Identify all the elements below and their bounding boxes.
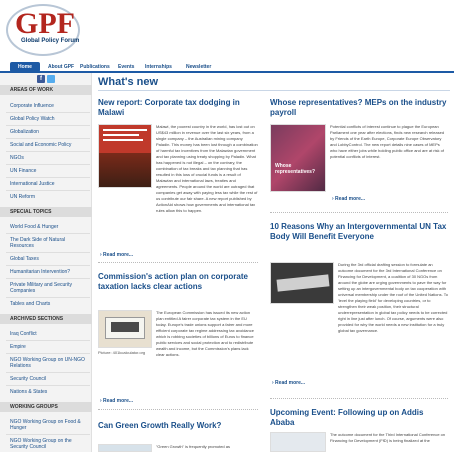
malawi-report-image[interactable] xyxy=(98,124,152,188)
sidebar-item-wg-security[interactable]: NGO Working Group on the Security Counci… xyxy=(10,438,90,450)
sidebar-item-international-justice[interactable]: International Justice xyxy=(10,181,90,187)
sidebar-divider xyxy=(6,125,90,126)
article-text-commission: The European Commission has issued its n… xyxy=(156,310,254,357)
sidebar-item-global-taxes[interactable]: Global Taxes xyxy=(10,256,90,262)
un-tax-image[interactable] xyxy=(270,262,334,304)
sidebar-item-natural-resources[interactable]: The Dark Side of Natural Resources xyxy=(10,237,90,249)
sidebar-divider xyxy=(6,265,90,266)
image-caption: Picture: 401kcalculator.org xyxy=(98,350,146,355)
sidebar-divider xyxy=(6,233,90,234)
sidebar-item-ngos[interactable]: NGOs xyxy=(10,155,90,161)
sidebar-divider xyxy=(6,164,90,165)
sidebar-divider xyxy=(6,353,90,354)
site-header: GPF Global Policy Forum xyxy=(0,0,454,62)
article-title-green-growth[interactable]: Can Green Growth Really Work? xyxy=(98,421,258,431)
article-divider xyxy=(98,409,258,410)
sidebar-divider xyxy=(6,385,90,386)
sidebar-heading-working: WORKING GROUPS xyxy=(0,402,92,412)
social-links: f xyxy=(0,73,92,85)
article-text-meps: Potential conflicts of interest continue… xyxy=(330,124,445,159)
meps-image-text: Whose representatives? xyxy=(275,163,316,175)
sidebar-divider xyxy=(6,252,90,253)
sidebar-item-wg-food[interactable]: NGO Working Group on Food & Hunger xyxy=(10,419,90,431)
sidebar-item-social-economic[interactable]: Social and Economic Policy xyxy=(10,142,90,148)
page-title: What's new xyxy=(98,76,159,88)
article-divider xyxy=(98,262,258,263)
read-more-link[interactable]: › Read more... xyxy=(100,252,133,258)
logo-subtitle: Global Policy Forum xyxy=(21,38,80,44)
sidebar-heading-special: SPECIAL TOPICS xyxy=(0,207,92,217)
sidebar-item-un-reform[interactable]: UN Reform xyxy=(10,194,90,200)
sidebar-item-un-finance[interactable]: UN Finance xyxy=(10,168,90,174)
article-title-commission[interactable]: Commission's action plan on corporate ta… xyxy=(98,272,258,292)
sidebar-item-iraq[interactable]: Iraq Conflict xyxy=(10,331,90,337)
addis-image[interactable] xyxy=(270,432,326,452)
meps-image[interactable]: Whose representatives? xyxy=(270,124,326,192)
green-growth-image[interactable] xyxy=(98,444,152,452)
article-divider xyxy=(270,212,448,213)
sidebar-divider xyxy=(6,190,90,191)
sidebar-item-humanitarian[interactable]: Humanitarian Intervention? xyxy=(10,269,90,275)
sidebar-divider xyxy=(6,297,90,298)
article-divider xyxy=(270,398,448,399)
article-title-addis[interactable]: Upcoming Event: Following up on Addis Ab… xyxy=(270,408,448,428)
article-text-green-growth: "Green Growth" is frequently promoted as xyxy=(156,444,230,449)
gpf-logo[interactable]: GPF Global Policy Forum xyxy=(6,4,80,56)
twitter-icon[interactable] xyxy=(47,75,55,83)
logo-text: GPF xyxy=(15,7,75,40)
sidebar-divider xyxy=(6,340,90,341)
sidebar-divider xyxy=(6,138,90,139)
sidebar-divider xyxy=(6,278,90,279)
title-divider xyxy=(98,90,450,91)
sidebar-item-corporate-influence[interactable]: Corporate Influence xyxy=(10,103,90,109)
read-more-link[interactable]: › Read more... xyxy=(100,398,133,404)
sidebar: f AREAS OF WORK Corporate Influence Glob… xyxy=(0,73,92,452)
tax-image[interactable] xyxy=(98,310,152,348)
read-more-link[interactable]: › Read more... xyxy=(272,380,305,386)
sidebar-heading-archived: ARCHIVED SECTIONS xyxy=(0,314,92,324)
sidebar-divider xyxy=(6,434,90,435)
article-title-malawi[interactable]: New report: Corporate tax dodging in Mal… xyxy=(98,98,258,118)
article-title-un-tax-body[interactable]: 10 Reasons Why an Intergovernmental UN T… xyxy=(270,222,448,242)
article-text-malawi: Malawi, the poorest country in the world… xyxy=(156,124,258,213)
sidebar-item-security-council[interactable]: Security Council xyxy=(10,376,90,382)
sidebar-divider xyxy=(6,372,90,373)
sidebar-item-globalization[interactable]: Globalization xyxy=(10,129,90,135)
facebook-icon[interactable]: f xyxy=(37,75,45,83)
sidebar-item-tables-charts[interactable]: Tables and Charts xyxy=(10,301,90,307)
sidebar-item-global-policy-watch[interactable]: Global Policy Watch xyxy=(10,116,90,122)
sidebar-item-nations-states[interactable]: Nations & States xyxy=(10,389,90,395)
sidebar-divider xyxy=(6,112,90,113)
article-text-addis: The outcome document for the Third Inter… xyxy=(330,432,446,443)
sidebar-item-private-military[interactable]: Private Military and Security Companies xyxy=(10,282,90,294)
sidebar-item-food-hunger[interactable]: World Food & Hunger xyxy=(10,224,90,230)
sidebar-divider xyxy=(6,151,90,152)
sidebar-heading-areas: AREAS OF WORK xyxy=(0,85,92,95)
read-more-link[interactable]: › Read more... xyxy=(332,196,365,202)
article-text-un-tax-body: During the 3rd official drafting session… xyxy=(338,262,448,333)
sidebar-divider xyxy=(6,177,90,178)
article-title-meps[interactable]: Whose representatives? MEPs on the indus… xyxy=(270,98,448,118)
sidebar-item-ngo-relations[interactable]: NGO Working Group on UN-NGO Relations xyxy=(10,357,90,369)
sidebar-item-empire[interactable]: Empire xyxy=(10,344,90,350)
